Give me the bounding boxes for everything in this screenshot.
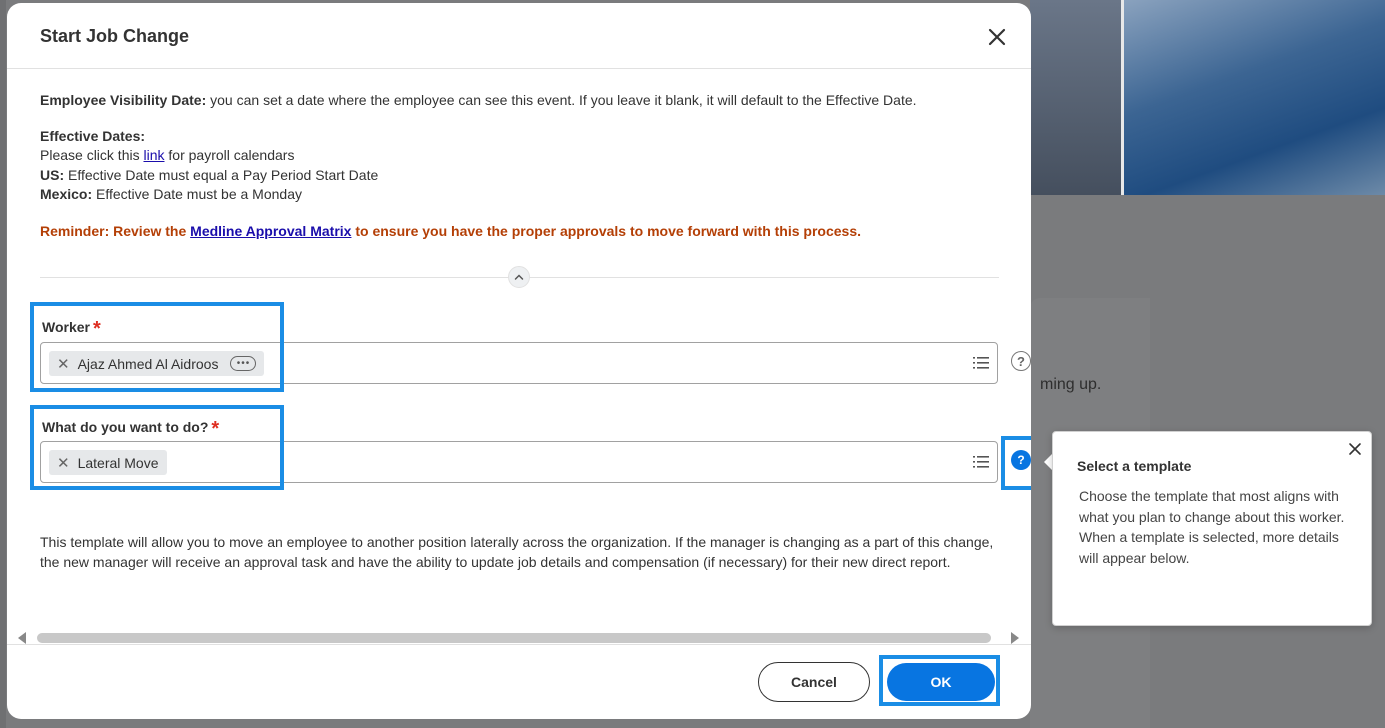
mexico-text: Effective Date must be a Monday	[92, 186, 302, 202]
worker-highlight	[30, 302, 284, 392]
cancel-button[interactable]: Cancel	[758, 662, 870, 702]
chevron-up-icon	[514, 274, 524, 280]
banner-panel	[1124, 0, 1385, 195]
scroll-right-arrow-icon[interactable]	[1011, 632, 1019, 644]
effective-label: Effective Dates:	[40, 127, 146, 144]
popup-body: Choose the template that most aligns wit…	[1079, 488, 1345, 566]
reminder-line: Reminder: Review the Medline Approval Ma…	[40, 222, 1000, 242]
banner-panel	[1030, 0, 1124, 195]
popup-title: Select a template	[1077, 458, 1192, 474]
visibility-text: you can set a date where the employee ca…	[206, 92, 917, 108]
reminder-suffix: to ensure you have the proper approvals …	[351, 222, 862, 239]
payroll-line: Please click this link for payroll calen…	[40, 146, 1000, 166]
payroll-suffix: for payroll calendars	[164, 147, 295, 163]
collapse-button[interactable]	[508, 266, 530, 288]
visibility-line: Employee Visibility Date: you can set a …	[40, 91, 1000, 111]
list-icon[interactable]	[971, 452, 991, 472]
todo-help-icon[interactable]: ?	[1011, 450, 1031, 470]
payroll-calendar-link[interactable]: link	[143, 147, 164, 163]
horizontal-scrollbar[interactable]	[7, 629, 1031, 645]
dialog-header: Start Job Change	[7, 3, 1031, 69]
close-icon[interactable]	[1347, 441, 1363, 457]
visibility-label: Employee Visibility Date:	[40, 92, 207, 108]
mexico-label: Mexico:	[40, 186, 93, 202]
list-icon[interactable]	[971, 353, 991, 373]
scroll-left-arrow-icon[interactable]	[18, 632, 26, 644]
help-popup: Select a template Choose the template th…	[1052, 431, 1372, 626]
effective-dates-heading: Effective Dates:	[40, 127, 1000, 147]
dialog-title: Start Job Change	[40, 26, 190, 46]
todo-highlight	[30, 405, 284, 490]
approval-matrix-link[interactable]: Medline Approval Matrix	[190, 223, 351, 239]
us-line: US: Effective Date must equal a Pay Peri…	[40, 166, 1000, 186]
worker-help-icon[interactable]: ?	[1011, 351, 1031, 371]
scrollbar-thumb[interactable]	[37, 633, 991, 643]
instructions: Employee Visibility Date: you can set a …	[40, 91, 1000, 241]
background-banner-image	[1030, 0, 1385, 195]
reminder-prefix: Reminder: Review the	[40, 222, 191, 239]
us-text: Effective Date must equal a Pay Period S…	[64, 166, 379, 183]
start-job-change-dialog: Start Job Change Employee Visibility Dat…	[7, 3, 1031, 719]
us-label: US:	[40, 166, 65, 183]
payroll-prefix: Please click this	[40, 147, 144, 163]
ok-button[interactable]: OK	[887, 663, 995, 701]
background-partial-text: ming up.	[1040, 376, 1102, 393]
background-left-strip	[0, 0, 6, 728]
close-icon[interactable]	[985, 25, 1009, 49]
footer-divider	[7, 644, 1031, 645]
mexico-line: Mexico: Effective Date must be a Monday	[40, 185, 1000, 205]
template-description: This template will allow you to move an …	[40, 534, 994, 570]
